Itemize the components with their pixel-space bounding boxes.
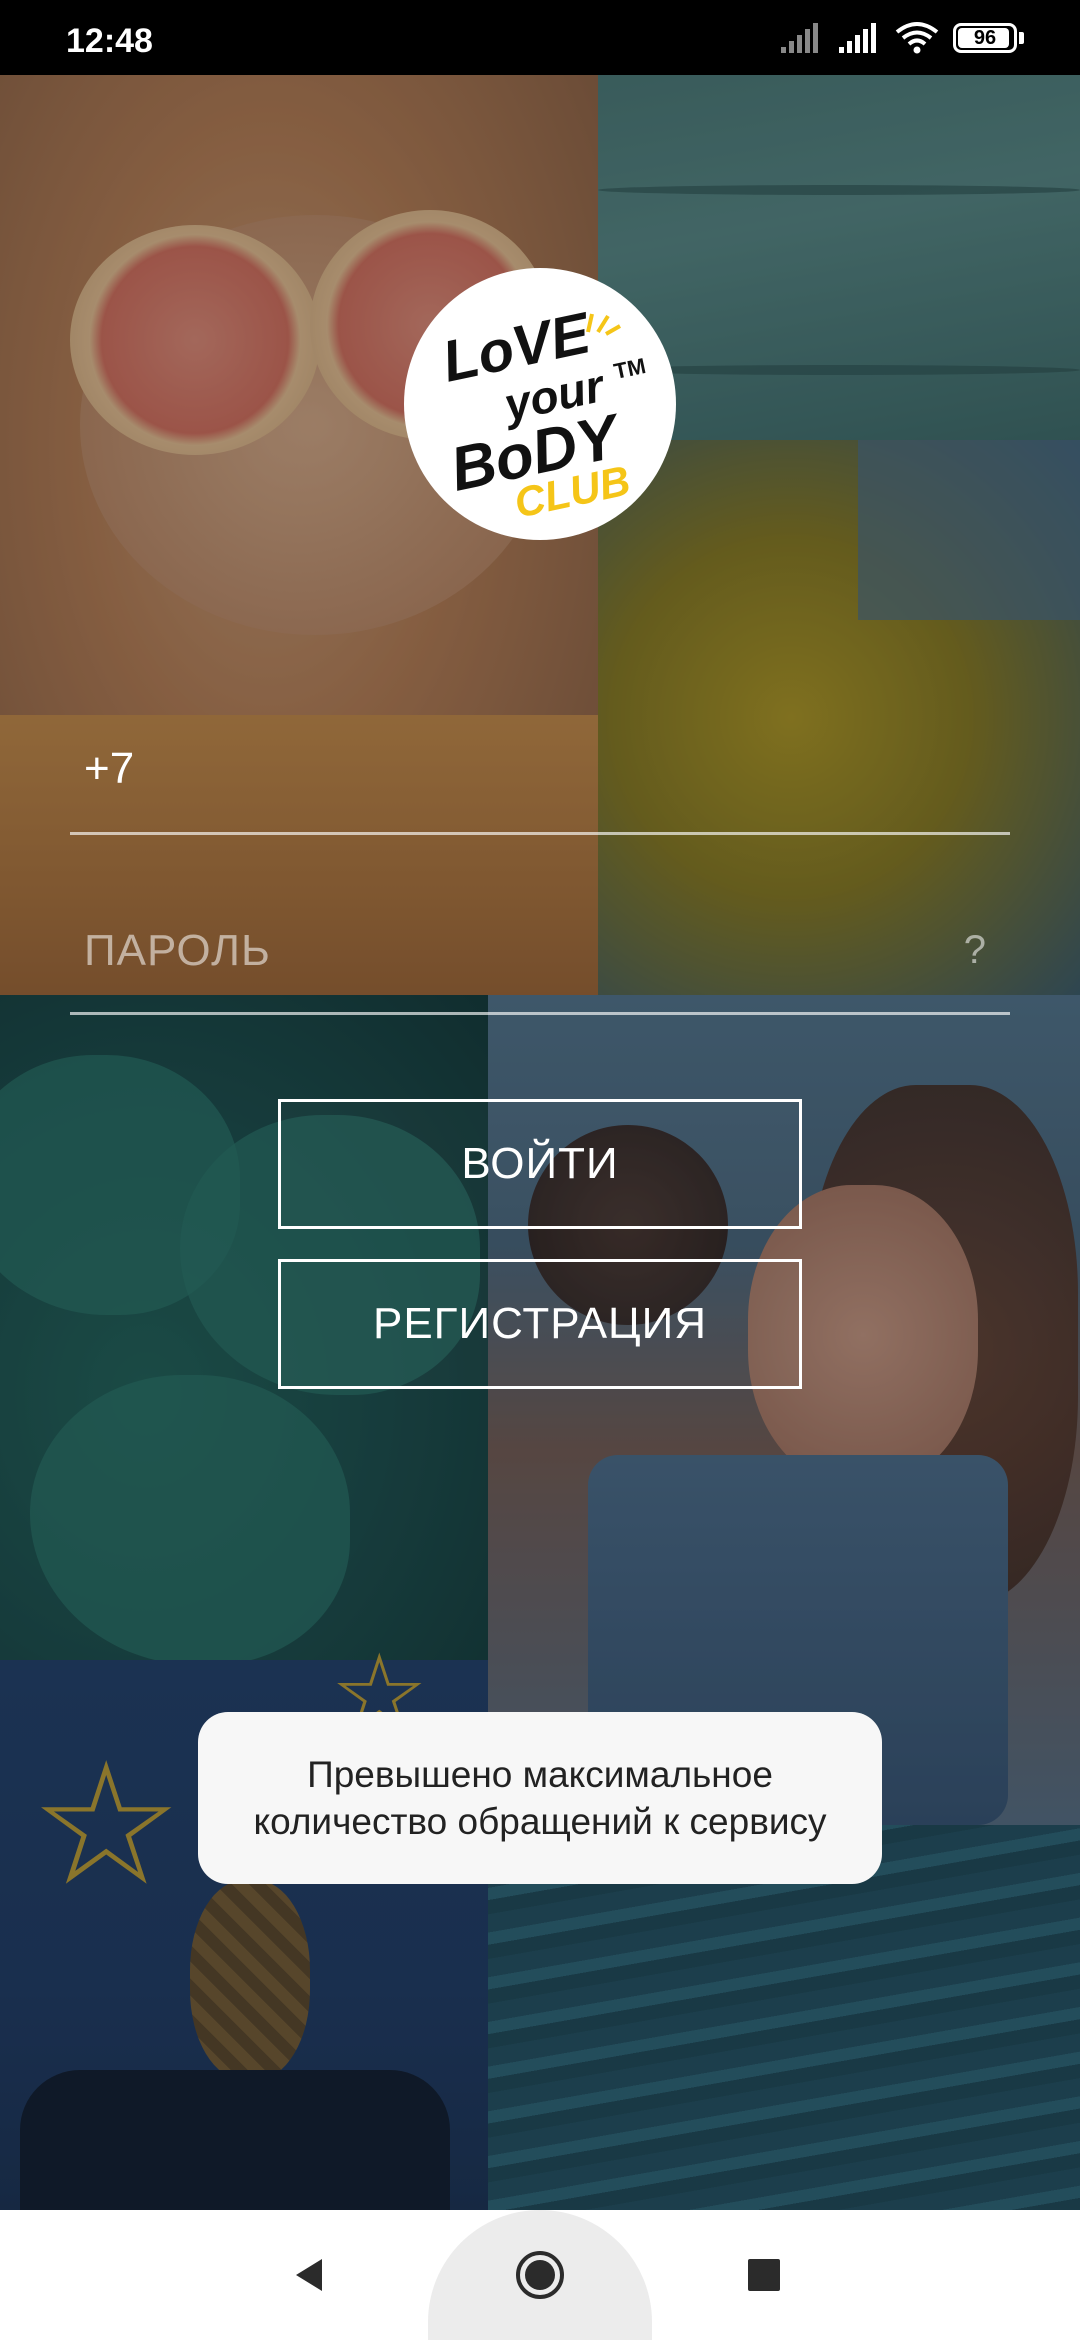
signal-icon (781, 23, 818, 53)
recent-apps-icon (748, 2259, 780, 2291)
status-bar: 12:48 96 (0, 0, 1080, 75)
password-placeholder[interactable]: ПАРОЛЬ (84, 926, 271, 976)
register-button[interactable]: РЕГИСТРАЦИЯ (278, 1259, 802, 1389)
status-icons: 96 (779, 20, 1024, 56)
toast-message: Превышено максимальное количество обраще… (198, 1712, 882, 1884)
phone-input-value[interactable]: +7 (84, 744, 134, 794)
phone-field[interactable]: +7 (70, 720, 1010, 835)
app-logo: LoVE your BoDY CLUB TM (404, 268, 676, 540)
signal-icon (839, 23, 876, 53)
password-field[interactable]: ПАРОЛЬ ? (70, 900, 1010, 1015)
wifi-icon (895, 22, 939, 54)
password-help-icon[interactable]: ? (964, 928, 986, 973)
login-button[interactable]: ВОЙТИ (278, 1099, 802, 1229)
back-icon (296, 2259, 322, 2291)
phone-underline (70, 832, 1010, 835)
home-icon (516, 2251, 564, 2299)
nav-back-button[interactable] (260, 2210, 360, 2340)
logo-rays-icon (586, 313, 621, 336)
battery-icon: 96 (953, 23, 1017, 53)
toast-text: Превышено максимальное количество обраще… (253, 1754, 827, 1842)
logo-tm: TM (611, 352, 648, 385)
nav-home-button[interactable] (428, 2210, 652, 2340)
navigation-bar (0, 2210, 1080, 2340)
nav-recent-button[interactable] (714, 2210, 814, 2340)
battery-level: 96 (973, 26, 997, 49)
password-underline (70, 1012, 1010, 1015)
status-time: 12:48 (66, 22, 153, 60)
